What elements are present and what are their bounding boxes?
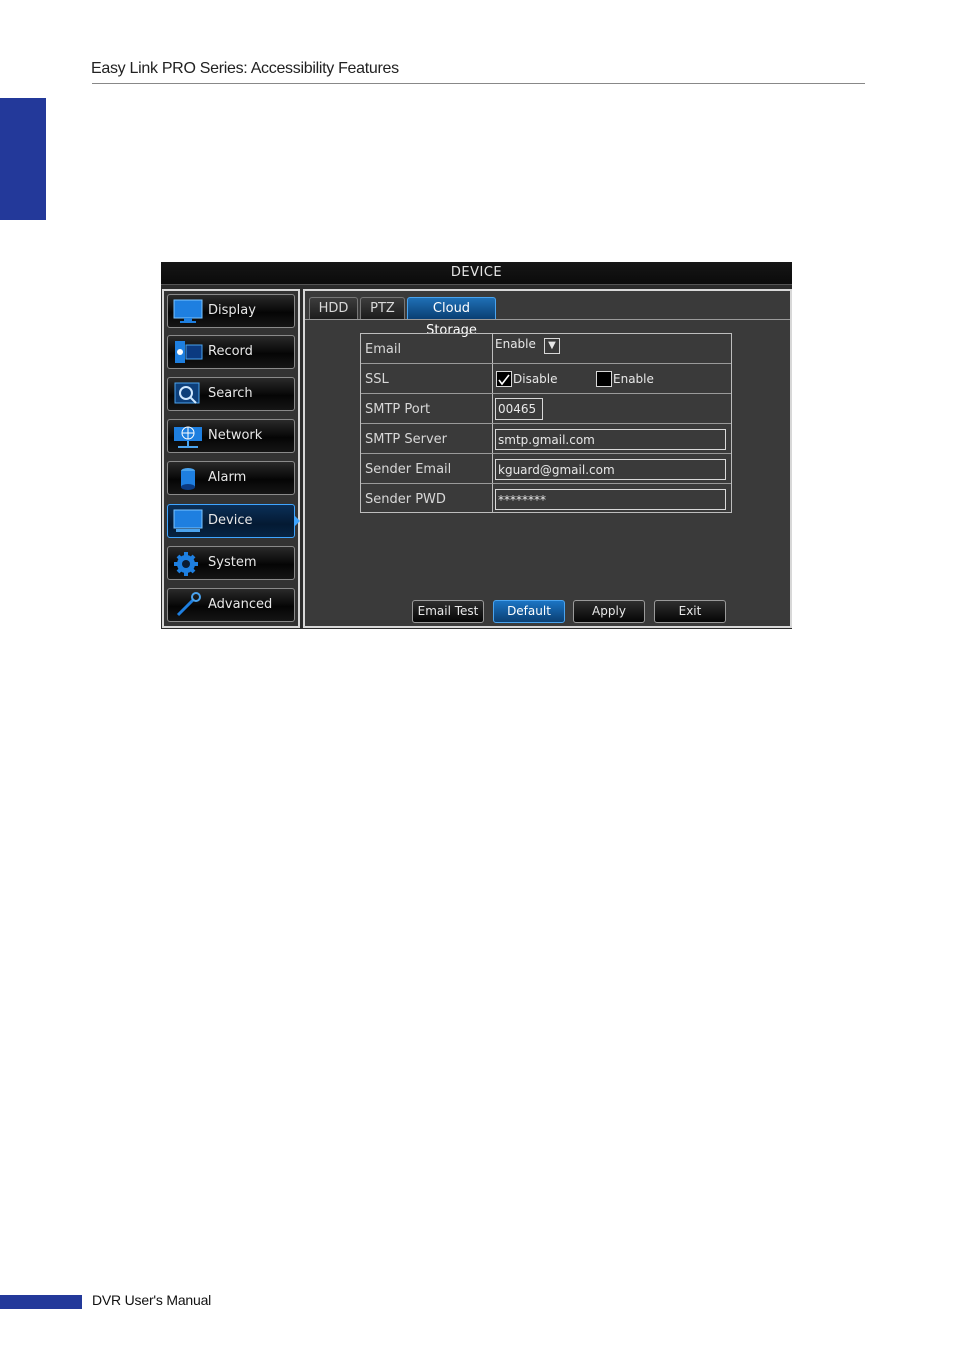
sidebar-item-device[interactable]: Device — [167, 504, 300, 538]
sender-email-label: Sender Email — [365, 462, 452, 477]
active-indicator — [294, 515, 300, 527]
smtp-port-row: SMTP Port — [361, 394, 731, 424]
sidebar-item-label: System — [208, 555, 257, 570]
sender-pwd-label: Sender PWD — [365, 492, 446, 507]
sender-email-row: Sender Email — [361, 454, 731, 484]
gear-icon — [174, 552, 198, 576]
sidebar-item-alarm[interactable]: Alarm — [167, 461, 295, 495]
ssl-enable-checkbox[interactable] — [596, 371, 612, 387]
device-monitor-icon — [173, 509, 203, 532]
tab-hdd[interactable]: HDD — [309, 297, 358, 319]
sender-email-input[interactable] — [495, 459, 726, 480]
header-divider — [92, 83, 865, 84]
wrench-icon — [176, 592, 201, 617]
smtp-server-input[interactable] — [495, 429, 726, 450]
smtp-server-row: SMTP Server — [361, 424, 731, 454]
default-button[interactable]: Default — [493, 600, 565, 623]
alarm-siren-icon — [181, 468, 195, 490]
sender-pwd-input[interactable] — [495, 489, 726, 510]
sidebar-item-record[interactable]: Record — [167, 335, 295, 369]
sidebar-menu: Display Record Search Network Alarm Devi… — [162, 289, 300, 628]
monitor-icon — [173, 299, 203, 323]
ssl-row: SSL Disable Enable — [361, 364, 731, 394]
sidebar-item-label: Alarm — [208, 470, 247, 485]
sidebar-item-label: Network — [208, 428, 263, 443]
sidebar-item-search[interactable]: Search — [167, 377, 295, 411]
email-row: Email Enable ▼ — [361, 334, 731, 364]
sidebar-item-system[interactable]: System — [167, 546, 295, 580]
dvr-window: DEVICE Display Record Search Network Ala… — [161, 262, 792, 629]
network-globe-icon — [174, 426, 202, 448]
chevron-down-icon[interactable]: ▼ — [544, 338, 560, 354]
sidebar-item-label: Advanced — [208, 597, 273, 612]
page-header-title: Easy Link PRO Series: Accessibility Feat… — [91, 60, 399, 77]
ssl-disable-checkbox[interactable] — [496, 371, 512, 387]
apply-button[interactable]: Apply — [573, 600, 645, 623]
exit-button[interactable]: Exit — [654, 600, 726, 623]
sidebar-item-display[interactable]: Display — [167, 294, 295, 328]
sidebar-item-advanced[interactable]: Advanced — [167, 588, 295, 622]
footer-accent-bar — [0, 1295, 82, 1309]
email-test-button[interactable]: Email Test — [412, 600, 484, 623]
ssl-label: SSL — [365, 372, 389, 387]
sidebar-item-network[interactable]: Network — [167, 419, 295, 453]
smtp-port-input[interactable] — [495, 398, 543, 420]
ssl-enable-label: Enable — [613, 372, 654, 386]
content-panel: HDD PTZ Cloud Storage Email Enable ▼ SSL… — [303, 289, 792, 628]
magnifier-icon — [174, 382, 200, 404]
smtp-port-label: SMTP Port — [365, 402, 431, 417]
sidebar-item-label: Search — [208, 386, 253, 401]
window-title: DEVICE — [161, 262, 792, 285]
sidebar-item-label: Device — [208, 513, 253, 528]
chapter-side-tab — [0, 98, 46, 220]
tab-ptz[interactable]: PTZ — [360, 297, 405, 319]
sidebar-item-label: Record — [208, 344, 253, 359]
ssl-disable-label: Disable — [513, 372, 558, 386]
tab-cloud-storage[interactable]: Cloud Storage — [407, 297, 496, 338]
tab-divider — [305, 319, 790, 320]
sidebar-item-label: Display — [208, 303, 256, 318]
footer-title: DVR User's Manual — [92, 1292, 212, 1308]
cloud-storage-form: Email Enable ▼ SSL Disable Enable SMTP P… — [360, 333, 732, 513]
smtp-server-label: SMTP Server — [365, 432, 448, 447]
checkmark-icon — [498, 374, 510, 386]
record-icon — [175, 341, 203, 363]
email-select-value[interactable]: Enable — [495, 337, 536, 351]
sender-pwd-row: Sender PWD — [361, 484, 731, 514]
email-label: Email — [365, 342, 402, 357]
